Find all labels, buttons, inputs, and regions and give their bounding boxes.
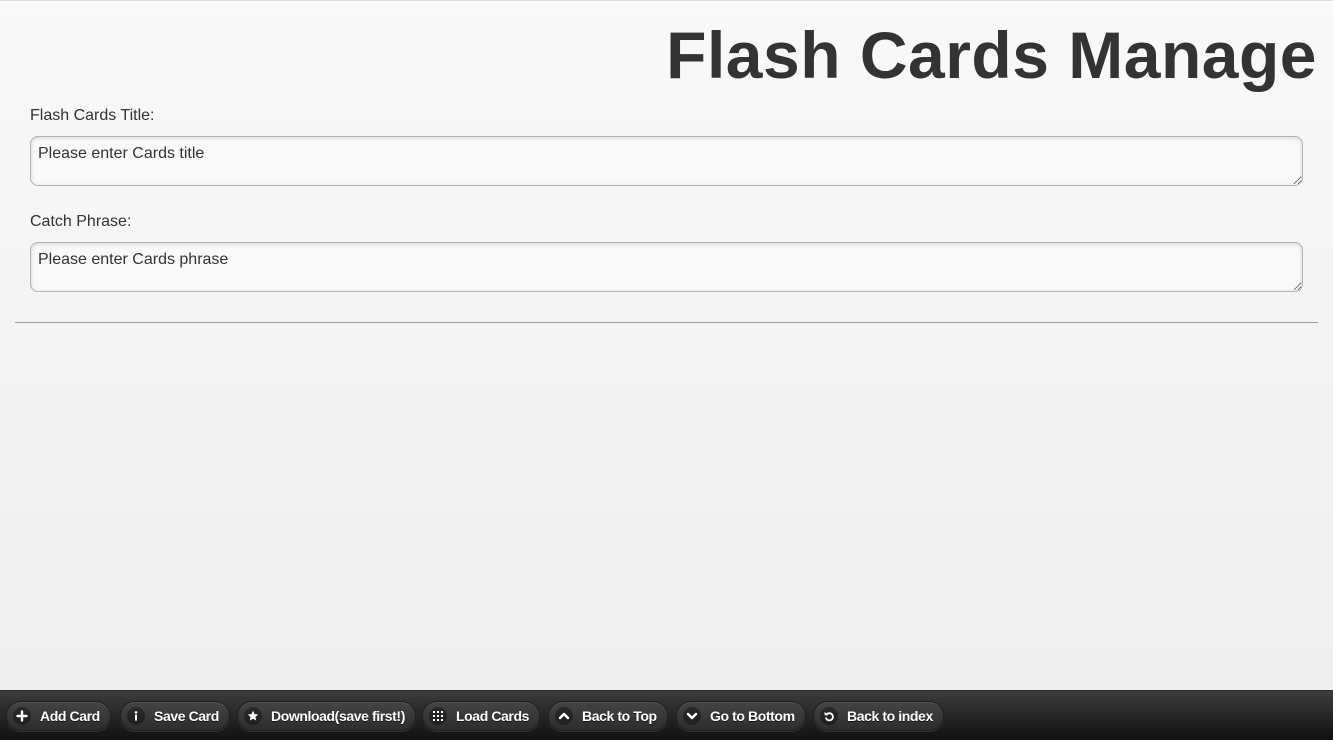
footer-toolbar: Add Card Save Card Download(save first!)… — [0, 690, 1333, 740]
back-arrow-icon — [820, 707, 838, 725]
chevron-down-icon — [683, 707, 701, 725]
go-to-bottom-label: Go to Bottom — [710, 708, 795, 724]
page-title: Flash Cards Manage — [666, 18, 1317, 92]
divider — [15, 322, 1318, 323]
title-input[interactable] — [30, 136, 1303, 186]
download-button[interactable]: Download(save first!) — [237, 701, 416, 731]
chevron-up-icon — [555, 707, 573, 725]
title-field-label: Flash Cards Title: — [30, 107, 155, 124]
back-to-top-label: Back to Top — [582, 708, 657, 724]
save-card-button[interactable]: Save Card — [120, 701, 230, 731]
load-cards-button[interactable]: Load Cards — [422, 701, 541, 731]
save-card-label: Save Card — [154, 708, 219, 724]
phrase-field-label: Catch Phrase: — [30, 213, 132, 230]
add-card-button[interactable]: Add Card — [6, 701, 111, 731]
download-label: Download(save first!) — [271, 708, 405, 724]
info-icon — [127, 707, 145, 725]
back-to-top-button[interactable]: Back to Top — [548, 701, 668, 731]
back-to-index-button[interactable]: Back to index — [813, 701, 944, 731]
add-card-label: Add Card — [40, 708, 100, 724]
plus-icon — [13, 707, 31, 725]
back-to-index-label: Back to index — [847, 708, 933, 724]
phrase-input[interactable] — [30, 242, 1303, 292]
grid-icon — [429, 707, 447, 725]
star-icon — [244, 707, 262, 725]
go-to-bottom-button[interactable]: Go to Bottom — [676, 701, 806, 731]
load-cards-label: Load Cards — [456, 708, 530, 724]
